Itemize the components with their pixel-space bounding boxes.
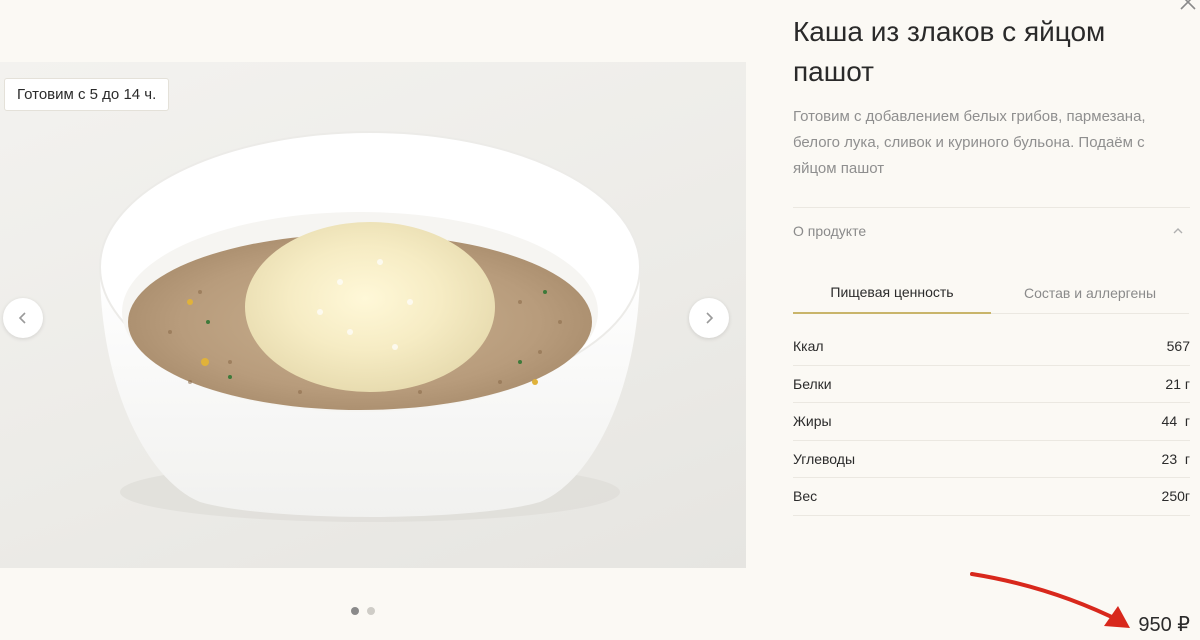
chevron-left-icon (18, 312, 26, 324)
nutrition-name: Ккал (793, 338, 824, 355)
nutrition-name: Углеводы (793, 450, 856, 467)
nutrition-value: 44 г (1161, 413, 1190, 430)
nutrition-row: Углеводы 23 г (793, 441, 1190, 478)
product-title: Каша из злаков с яйцом пашот (793, 16, 1106, 87)
chevron-right-icon (706, 312, 714, 324)
nutrition-name: Вес (793, 488, 818, 505)
product-price: 950 ₽ (1138, 614, 1190, 636)
product-gallery: Готовим с 5 до 14 ч. (0, 62, 746, 568)
gallery-pagination (351, 607, 375, 615)
gallery-prev-button[interactable] (3, 298, 43, 338)
nutrition-value: 250г (1161, 488, 1190, 505)
gallery-next-button[interactable] (689, 298, 729, 338)
nutrition-value: 21 г (1165, 375, 1190, 392)
about-product-toggle[interactable]: О продукте (793, 207, 1190, 253)
chevron-up-icon (1173, 227, 1183, 233)
nutrition-value: 23 г (1161, 450, 1190, 467)
close-icon[interactable] (1178, 0, 1198, 12)
tab-ingredients-allergens[interactable]: Состав и аллергены (991, 272, 1189, 314)
red-arrow-icon (970, 572, 1130, 628)
product-description: Готовим с добавлением белых грибов, парм… (793, 108, 1146, 177)
about-product-label: О продукте (793, 222, 867, 239)
nutrition-name: Жиры (793, 413, 832, 430)
product-info-tabs: Пищевая ценность Состав и аллергены (793, 272, 1190, 314)
nutrition-row: Вес 250г (793, 478, 1190, 516)
gallery-dot-2[interactable] (367, 607, 375, 615)
product-photo (99, 131, 641, 522)
cooking-time-badge: Готовим с 5 до 14 ч. (4, 78, 170, 111)
nutrition-value: 567 (1166, 338, 1190, 355)
nutrition-row: Белки 21 г (793, 366, 1190, 403)
tab-nutrition[interactable]: Пищевая ценность (793, 272, 991, 314)
nutrition-row: Жиры 44 г (793, 403, 1190, 441)
nutrition-name: Белки (793, 375, 832, 392)
nutrition-table: Ккал 567 Белки 21 г Жиры 44 г Углеводы 2… (793, 328, 1190, 516)
nutrition-row: Ккал 567 (793, 328, 1190, 366)
gallery-dot-1[interactable] (351, 607, 359, 615)
